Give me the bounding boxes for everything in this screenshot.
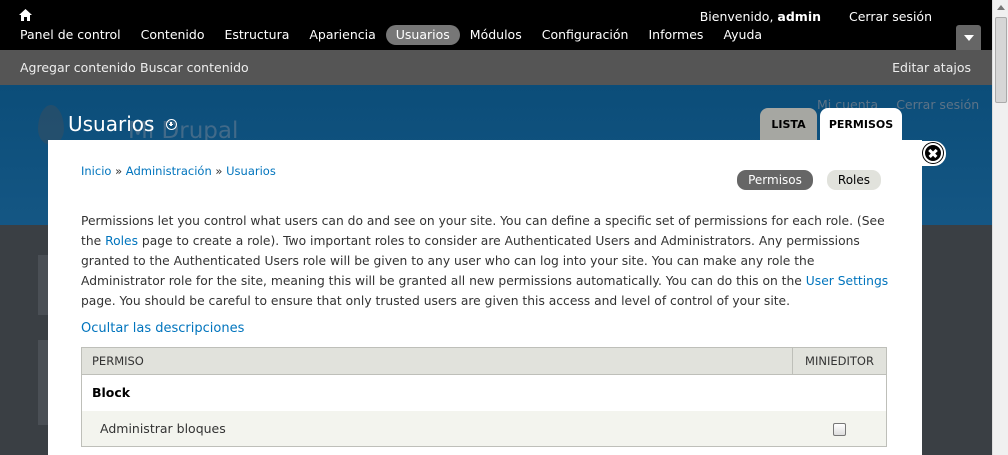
module-row: Block: [81, 374, 887, 411]
table-row: Administrar bloques: [81, 410, 887, 447]
close-icon: [923, 143, 943, 163]
menu-item-modules[interactable]: Módulos: [460, 25, 532, 45]
help-text-part: page to create a role). Two important ro…: [81, 234, 860, 288]
module-name: Block: [81, 374, 887, 411]
menu-item-reports[interactable]: Informes: [638, 25, 713, 45]
permission-name: Administrar bloques: [81, 410, 793, 447]
menu-item-structure[interactable]: Estructura: [215, 25, 300, 45]
user-settings-link[interactable]: User Settings: [806, 274, 888, 288]
column-header-role: Minieditor: [792, 347, 887, 375]
breadcrumb-separator: »: [115, 164, 123, 178]
shortcut-add-content[interactable]: Agregar contenido: [20, 60, 136, 75]
shortcuts-bar: Agregar contenido Buscar contenido Edita…: [0, 50, 992, 85]
menu-item-people[interactable]: Usuarios: [385, 25, 460, 45]
menu-item-dashboard[interactable]: Panel de control: [10, 25, 131, 45]
tab-list[interactable]: Lista: [760, 108, 817, 140]
scroll-up-arrow[interactable]: [993, 0, 1008, 16]
add-shortcut-icon[interactable]: [166, 119, 177, 130]
admin-toolbar: Bienvenido, admin Cerrar sesión Panel de…: [0, 0, 992, 50]
secondary-tabs: Permisos Roles: [737, 170, 881, 190]
help-text: Permissions let you control what users c…: [81, 211, 889, 311]
secondary-tab-roles[interactable]: Roles: [826, 170, 881, 190]
drupal-logo: [38, 105, 64, 145]
breadcrumb-admin[interactable]: Administración: [126, 164, 212, 178]
permissions-table: Permiso Minieditor Block Administrar blo…: [81, 347, 887, 447]
secondary-tab-permissions[interactable]: Permisos: [737, 170, 813, 190]
main-menu: Panel de control Contenido Estructura Ap…: [10, 25, 772, 45]
home-icon[interactable]: [19, 9, 32, 21]
logout-link[interactable]: Cerrar sesión: [849, 9, 932, 24]
overlay-content: Inicio » Administración » Usuarios Permi…: [48, 140, 922, 455]
chevron-down-icon: [964, 35, 974, 41]
username[interactable]: admin: [777, 9, 821, 24]
menu-item-help[interactable]: Ayuda: [713, 25, 772, 45]
hide-descriptions-link[interactable]: Ocultar las descripciones: [81, 321, 244, 336]
scrollbar[interactable]: [992, 0, 1008, 455]
tab-permissions[interactable]: Permisos: [820, 108, 902, 140]
breadcrumb: Inicio » Administración » Usuarios: [81, 164, 276, 178]
user-area: Bienvenido, admin Cerrar sesión: [700, 9, 932, 24]
permission-checkbox[interactable]: [832, 422, 846, 436]
welcome-text: Bienvenido,: [699, 9, 774, 24]
edit-shortcuts-link[interactable]: Editar atajos: [892, 60, 971, 75]
scrollbar-thumb[interactable]: [995, 17, 1007, 103]
breadcrumb-users[interactable]: Usuarios: [226, 164, 276, 178]
menu-item-appearance[interactable]: Apariencia: [299, 25, 385, 45]
shortcut-find-content[interactable]: Buscar contenido: [140, 60, 249, 75]
menu-item-configuration[interactable]: Configuración: [532, 25, 639, 45]
menu-item-content[interactable]: Contenido: [131, 25, 215, 45]
page-title: Usuarios: [68, 112, 155, 136]
toolbar-drawer-toggle[interactable]: [956, 25, 981, 50]
site-logout-link[interactable]: Cerrar sesión: [896, 97, 979, 112]
help-text-part: page. You should be careful to ensure th…: [81, 294, 791, 308]
breadcrumb-separator: »: [215, 164, 223, 178]
column-header-permission: Permiso: [81, 347, 793, 375]
breadcrumb-home[interactable]: Inicio: [81, 164, 111, 178]
permission-cell: [792, 410, 887, 447]
overlay-close-button[interactable]: [921, 141, 946, 166]
roles-link[interactable]: Roles: [105, 234, 138, 248]
